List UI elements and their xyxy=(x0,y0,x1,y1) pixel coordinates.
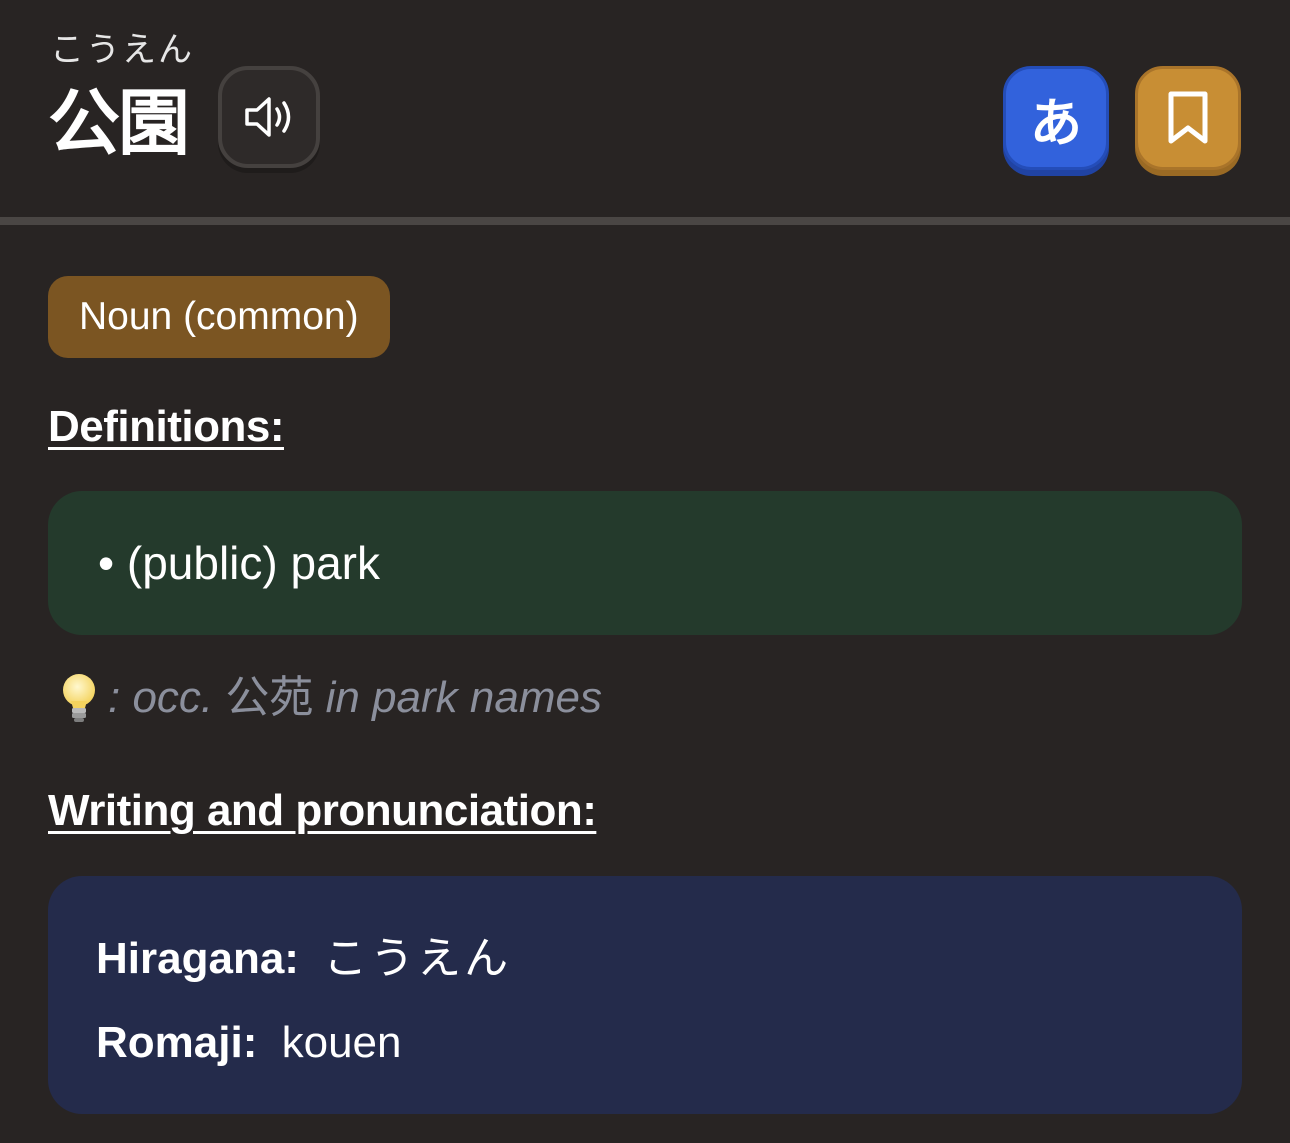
writing-pronunciation-box: Hiragana: こうえん Romaji: kouen xyxy=(48,876,1242,1114)
definitions-box: • (public) park xyxy=(48,491,1242,635)
romaji-value: kouen xyxy=(281,1018,402,1067)
kana-toggle-button[interactable]: あ xyxy=(1003,66,1109,170)
bookmark-button[interactable] xyxy=(1135,66,1241,170)
word-detail-page: こうえん 公園 あ Noun (common) Definitions: • (… xyxy=(0,0,1290,1143)
word-kanji: 公園 xyxy=(48,81,190,165)
hiragana-row: Hiragana: こうえん xyxy=(96,922,511,986)
bookmark-icon xyxy=(1168,91,1208,144)
definition-item: • (public) park xyxy=(98,537,380,589)
part-of-speech-badge: Noun (common) xyxy=(48,276,390,358)
romaji-row: Romaji: kouen xyxy=(96,1018,401,1068)
note-suffix: in park names xyxy=(313,673,602,722)
speaker-icon xyxy=(245,97,291,137)
kana-button-label: あ xyxy=(1029,93,1082,154)
note-prefix: : occ. xyxy=(108,673,226,722)
hiragana-label: Hiragana: xyxy=(96,934,299,983)
lightbulb-icon xyxy=(63,674,95,722)
note-kanji: 公苑 xyxy=(225,672,314,723)
definitions-heading: Definitions: xyxy=(48,402,284,451)
play-audio-button[interactable] xyxy=(218,66,320,168)
usage-note: : occ. 公苑 in park names xyxy=(54,668,602,728)
hiragana-value: こうえん xyxy=(323,933,512,984)
writing-heading: Writing and pronunciation: xyxy=(48,786,597,835)
header-divider xyxy=(0,217,1290,225)
romaji-label: Romaji: xyxy=(96,1018,258,1067)
furigana-reading: こうえん xyxy=(50,30,194,70)
